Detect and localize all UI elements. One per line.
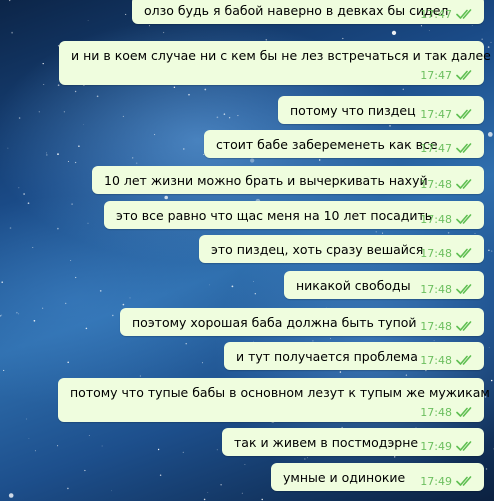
message-time: 17:47	[420, 68, 452, 82]
message-bubble[interactable]: так и живем в постмодэрне 17:49	[222, 428, 484, 456]
message-time: 17:48	[420, 212, 452, 226]
message-meta: 17:47	[420, 107, 474, 121]
message-text: умные и одинокие	[283, 470, 406, 485]
message-meta: 17:48	[420, 246, 474, 260]
message-text: и ни в коем случае ни с кем бы не лез вс…	[71, 48, 491, 63]
message-time: 17:49	[420, 439, 452, 453]
message-meta: 17:47	[420, 68, 474, 82]
double-check-icon	[456, 179, 472, 189]
message-bubble[interactable]: 10 лет жизни можно брать и вычеркивать н…	[92, 166, 484, 194]
message-bubble[interactable]: умные и одинокие 17:49	[271, 463, 484, 491]
message-meta: 17:48	[420, 177, 474, 191]
double-check-icon	[456, 109, 472, 119]
double-check-icon	[456, 284, 472, 294]
double-check-icon	[456, 476, 472, 486]
message-bubble[interactable]: потому что пиздец 17:47	[278, 96, 484, 124]
message-time: 17:48	[420, 177, 452, 191]
message-text: это все равно что щас меня на 10 лет пос…	[116, 208, 433, 223]
message-bubble[interactable]: и тут получается проблема 17:48	[224, 342, 484, 370]
message-time: 17:47	[420, 141, 452, 155]
message-text: потому что пиздец	[290, 103, 416, 118]
message-meta: 17:49	[420, 474, 474, 488]
message-time: 17:49	[420, 474, 452, 488]
message-meta: 17:48	[420, 282, 474, 296]
message-meta: 17:49	[420, 439, 474, 453]
double-check-icon	[456, 143, 472, 153]
message-text: и тут получается проблема	[236, 349, 418, 364]
message-time: 17:48	[420, 319, 452, 333]
double-check-icon	[456, 214, 472, 224]
message-meta: 17:47	[420, 141, 474, 155]
double-check-icon	[456, 9, 472, 19]
message-text: так и живем в постмодэрне	[234, 435, 419, 450]
message-bubble[interactable]: это все равно что щас меня на 10 лет пос…	[104, 201, 484, 229]
message-bubble[interactable]: поэтому хорошая баба должна быть тупой 1…	[120, 308, 484, 336]
message-time: 17:48	[420, 405, 452, 419]
double-check-icon	[456, 441, 472, 451]
message-text: 10 лет жизни можно брать и вычеркивать н…	[104, 173, 428, 188]
double-check-icon	[456, 407, 472, 417]
message-time: 17:47	[420, 7, 452, 21]
message-bubble[interactable]: это пиздец, хоть сразу вешайся 17:48	[199, 235, 484, 263]
message-text: олзо будь я бабой наверно в девках бы си…	[144, 3, 449, 18]
chat-history: олзо будь я бабой наверно в девках бы си…	[0, 0, 494, 501]
message-time: 17:47	[420, 107, 452, 121]
message-time: 17:48	[420, 353, 452, 367]
message-bubble[interactable]: потому что тупые бабы в основном лезут к…	[58, 378, 490, 422]
message-text: это пиздец, хоть сразу вешайся	[211, 242, 424, 257]
message-time: 17:48	[420, 246, 452, 260]
double-check-icon	[456, 321, 472, 331]
double-check-icon	[456, 355, 472, 365]
message-meta: 17:47	[420, 7, 474, 21]
double-check-icon	[456, 248, 472, 258]
message-meta: 17:48	[420, 212, 474, 226]
message-text: никакой свободы	[296, 278, 411, 293]
message-time: 17:48	[420, 282, 452, 296]
message-bubble[interactable]: никакой свободы 17:48	[284, 271, 484, 299]
double-check-icon	[456, 70, 472, 80]
message-bubble[interactable]: олзо будь я бабой наверно в девках бы си…	[132, 0, 484, 24]
message-text: потому что тупые бабы в основном лезут к…	[70, 385, 490, 400]
message-meta: 17:48	[420, 353, 474, 367]
message-meta: 17:48	[420, 405, 474, 419]
message-bubble[interactable]: и ни в коем случае ни с кем бы не лез вс…	[59, 41, 491, 85]
message-bubble[interactable]: стоит бабе забеременеть как все 17:47	[204, 130, 484, 158]
message-meta: 17:48	[420, 319, 474, 333]
message-text: стоит бабе забеременеть как все	[216, 137, 438, 152]
message-text: поэтому хорошая баба должна быть тупой	[132, 315, 417, 330]
